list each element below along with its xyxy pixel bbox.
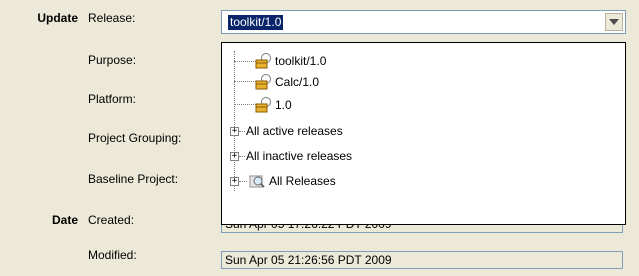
date-section-label: Date xyxy=(51,213,78,227)
project-grouping-label: Project Grouping: xyxy=(88,131,182,145)
tree-item-label: All active releases xyxy=(246,124,343,138)
platform-label: Platform: xyxy=(88,92,137,106)
tree-item-label: Calc/1.0 xyxy=(275,75,320,89)
package-icon xyxy=(255,74,271,90)
tree-item-label: toolkit/1.0 xyxy=(275,54,327,68)
tree-item-all-releases[interactable]: All Releases xyxy=(248,172,336,190)
package-icon xyxy=(255,97,271,113)
tree-item-label: All Releases xyxy=(269,174,336,188)
tree-item-version[interactable]: 1.0 xyxy=(254,96,292,114)
baseline-project-label: Baseline Project: xyxy=(88,172,179,186)
update-section-label: Update xyxy=(37,11,78,25)
modified-label: Modified: xyxy=(88,248,137,262)
tree-item-label: 1.0 xyxy=(275,98,292,112)
expand-icon[interactable]: + xyxy=(230,127,239,136)
dropdown-arrow-button[interactable] xyxy=(605,13,623,31)
package-icon xyxy=(255,53,271,69)
tree-item-calc[interactable]: Calc/1.0 xyxy=(254,73,319,91)
release-label: Release: xyxy=(88,11,136,25)
chevron-down-icon xyxy=(609,19,619,25)
purpose-label: Purpose: xyxy=(88,53,137,67)
tree-item-all-active[interactable]: All active releases xyxy=(246,122,343,140)
tree-item-all-inactive[interactable]: All inactive releases xyxy=(246,147,352,165)
expand-icon[interactable]: + xyxy=(230,177,239,186)
release-dropdown-tree[interactable]: toolkit/1.0 Calc/1.0 1.0 + All active re… xyxy=(221,42,626,225)
created-label: Created: xyxy=(88,213,135,227)
release-combobox[interactable]: toolkit/1.0 xyxy=(221,10,626,34)
expand-icon[interactable]: + xyxy=(230,152,239,161)
modified-value: Sun Apr 05 21:26:56 PDT 2009 xyxy=(225,253,392,267)
tree-item-toolkit[interactable]: toolkit/1.0 xyxy=(254,52,326,70)
modified-field: Sun Apr 05 21:26:56 PDT 2009 xyxy=(221,251,623,269)
release-selected-value: toolkit/1.0 xyxy=(228,15,284,30)
tree-item-label: All inactive releases xyxy=(246,149,353,163)
search-icon xyxy=(249,175,265,188)
